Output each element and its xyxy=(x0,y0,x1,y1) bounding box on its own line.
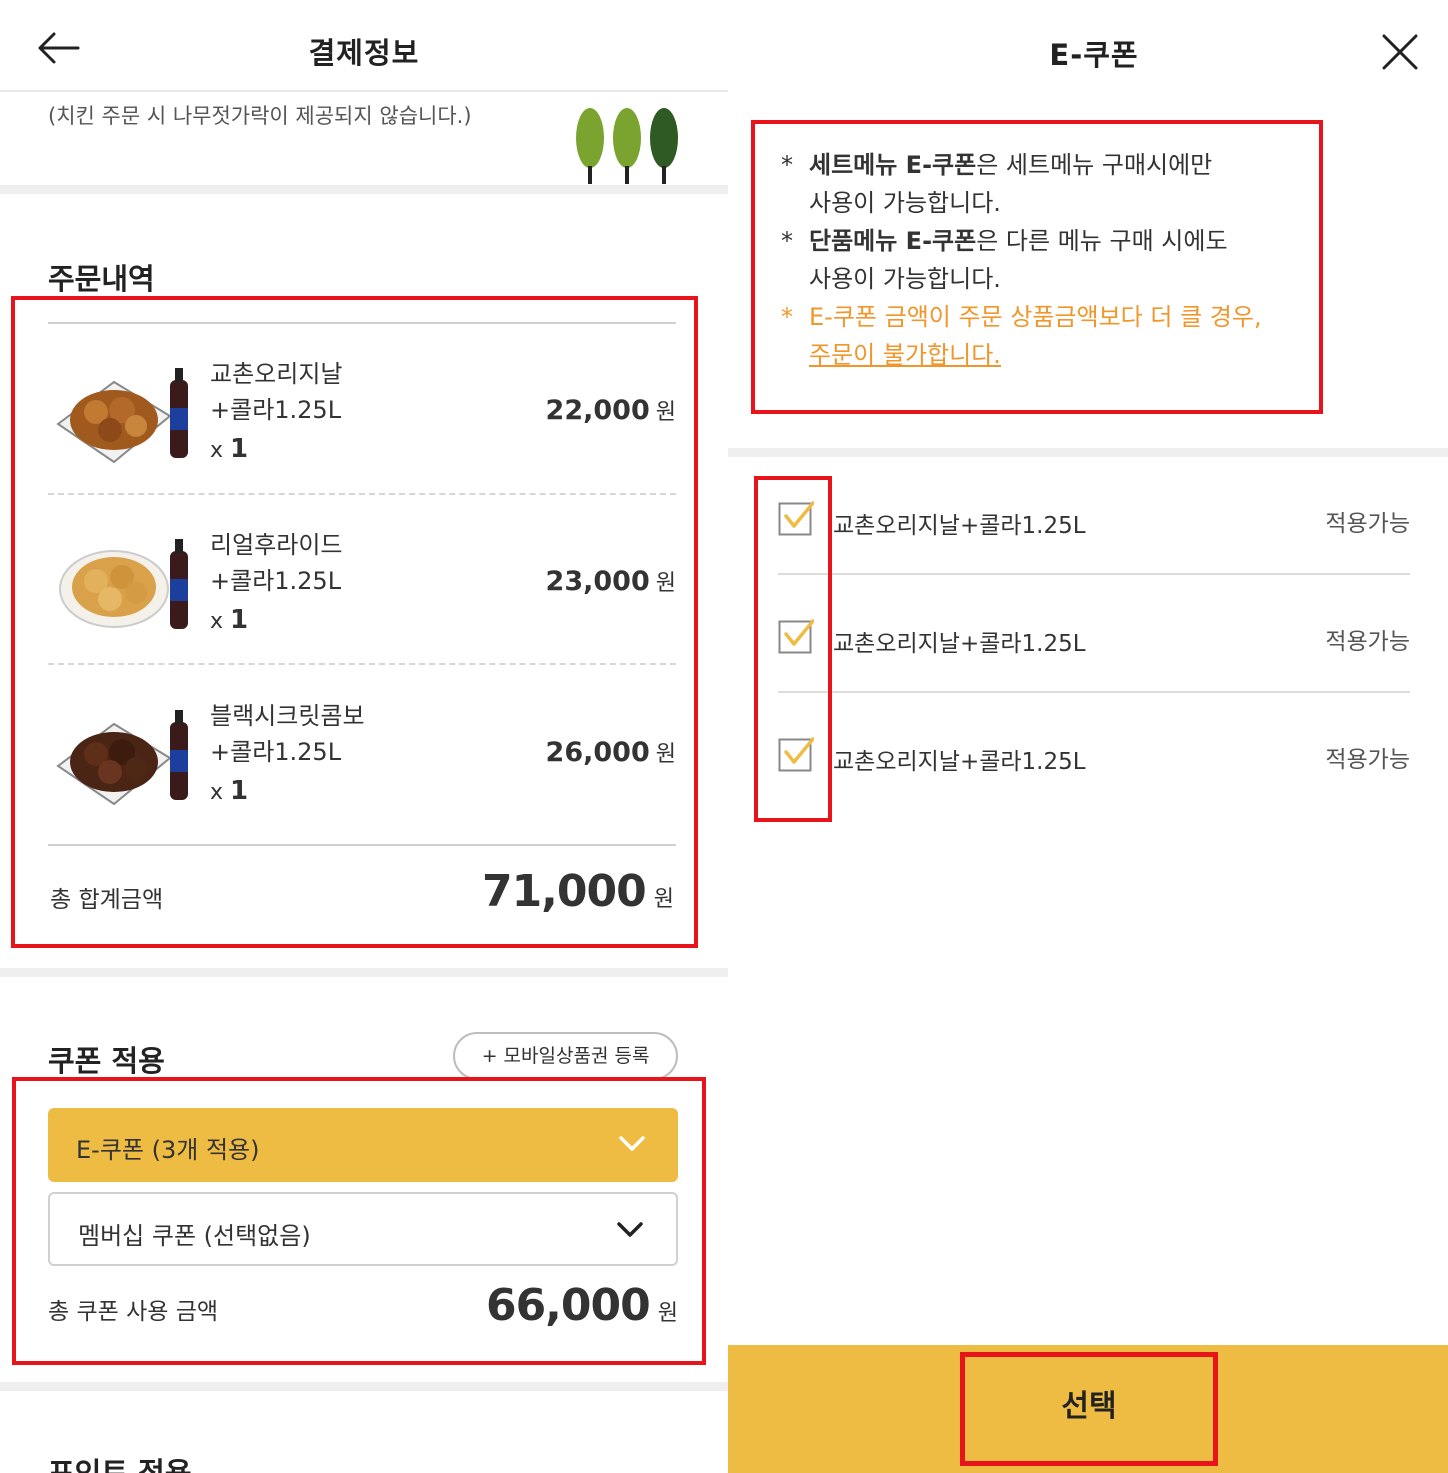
ecoupon-title: E-쿠폰 xyxy=(1049,38,1139,72)
coupon-item[interactable]: 교촌오리지날+콜라1.25L 적용가능 xyxy=(778,476,1410,594)
order-total-divider xyxy=(48,844,676,846)
single-menu-notice: * 단품메뉴 E-쿠폰은 다른 메뉴 구매 시에도 사용이 가능합니다. xyxy=(781,227,1228,293)
order-item-name: 리얼후라이드 xyxy=(210,531,343,559)
order-item: 블랙시크릿콤보 +콜라1.25L x 1 26,000 원 xyxy=(48,668,676,838)
ecoupon-select-label: E-쿠폰 (3개 적용) xyxy=(76,1136,260,1164)
trees-logo-icon xyxy=(576,108,678,184)
checkbox-highlight-box xyxy=(754,476,832,822)
chevron-down-icon xyxy=(619,1136,645,1151)
coupon-total-amount: 66,000 원 xyxy=(485,1280,678,1331)
register-mobile-voucher-button[interactable]: + 모바일상품권 등록 xyxy=(453,1032,678,1080)
section-divider xyxy=(0,968,728,977)
order-item-qty: x 1 xyxy=(210,605,249,635)
payment-info-screen: 결제정보 (치킨 주문 시 나무젓가락이 제공되지 않습니다.) 주문내역 교촌… xyxy=(0,0,728,1473)
order-item-qty: x 1 xyxy=(210,776,249,806)
section-divider xyxy=(0,185,728,194)
select-button[interactable]: 선택 xyxy=(960,1352,1218,1466)
order-item-name: 블랙시크릿콤보 xyxy=(210,702,365,730)
membership-select-label: 멤버십 쿠폰 (선택없음) xyxy=(78,1222,311,1250)
chopsticks-notice: (치킨 주문 시 나무젓가락이 제공되지 않습니다.) xyxy=(48,104,472,128)
order-item-price: 26,000 원 xyxy=(545,737,676,768)
order-item: 교촌오리지날 +콜라1.25L x 1 22,000 원 xyxy=(48,326,676,496)
chevron-down-icon xyxy=(617,1222,643,1237)
coupon-name: 교촌오리지날+콜라1.25L xyxy=(833,631,1086,657)
order-item-option: +콜라1.25L xyxy=(210,567,342,595)
order-section-title: 주문내역 xyxy=(48,262,155,296)
set-menu-notice: * 세트메뉴 E-쿠폰은 세트메뉴 구매시에만 사용이 가능합니다. xyxy=(781,151,1213,217)
coupon-name: 교촌오리지날+콜라1.25L xyxy=(833,749,1086,775)
close-icon[interactable] xyxy=(1380,32,1420,72)
order-top-line xyxy=(48,322,676,324)
header-divider xyxy=(0,90,728,92)
page-title: 결제정보 xyxy=(308,36,420,70)
chicken-set-image xyxy=(56,710,188,806)
chicken-set-image xyxy=(56,368,188,464)
order-item-option: +콜라1.25L xyxy=(210,396,342,424)
order-item-name: 교촌오리지날 xyxy=(210,360,343,388)
membership-coupon-select[interactable]: 멤버십 쿠폰 (선택없음) xyxy=(48,1192,678,1266)
order-item: 리얼후라이드 +콜라1.25L x 1 23,000 원 xyxy=(48,497,676,667)
coupon-status: 적용가능 xyxy=(1325,511,1410,537)
order-item-option: +콜라1.25L xyxy=(210,738,342,766)
coupon-total-label: 총 쿠폰 사용 금액 xyxy=(48,1299,219,1325)
amount-warning-notice: * E-쿠폰 금액이 주문 상품금액보다 더 클 경우, 주문이 불가합니다. xyxy=(781,303,1262,369)
coupon-item[interactable]: 교촌오리지날+콜라1.25L 적용가능 xyxy=(778,712,1410,830)
coupon-status: 적용가능 xyxy=(1325,747,1410,773)
order-item-qty: x 1 xyxy=(210,434,249,464)
ecoupon-select[interactable]: E-쿠폰 (3개 적용) xyxy=(48,1108,678,1182)
coupon-divider xyxy=(778,691,1410,693)
point-section-title: 포인트 적용 xyxy=(48,1456,192,1473)
section-divider xyxy=(728,448,1448,457)
order-total-label: 총 합계금액 xyxy=(50,887,164,913)
coupon-name: 교촌오리지날+콜라1.25L xyxy=(833,513,1086,539)
order-divider xyxy=(48,493,676,495)
order-item-price: 23,000 원 xyxy=(545,566,676,597)
coupon-item[interactable]: 교촌오리지날+콜라1.25L 적용가능 xyxy=(778,594,1410,712)
coupon-divider xyxy=(778,573,1410,575)
coupon-status: 적용가능 xyxy=(1325,629,1410,655)
order-total-amount: 71,000 원 xyxy=(481,866,674,917)
section-divider xyxy=(0,1382,728,1391)
order-item-price: 22,000 원 xyxy=(545,395,676,426)
order-divider xyxy=(48,663,676,665)
chicken-set-image xyxy=(59,539,188,629)
coupon-section-title: 쿠폰 적용 xyxy=(48,1044,165,1078)
